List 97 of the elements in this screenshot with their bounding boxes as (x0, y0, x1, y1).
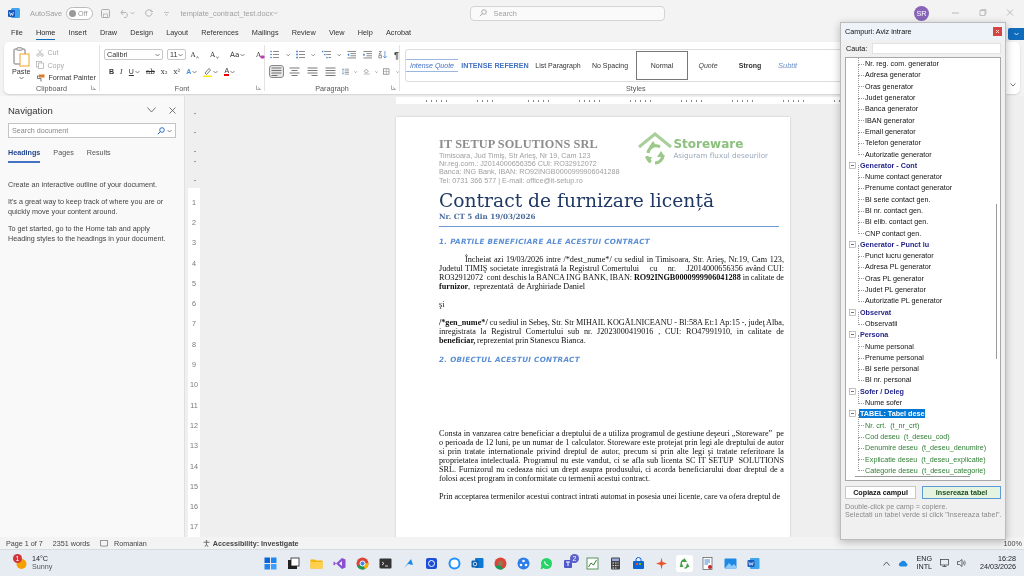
close-icon[interactable] (169, 106, 176, 114)
caret-icon[interactable] (18, 76, 24, 80)
browser-icon[interactable] (356, 556, 369, 570)
start-icon[interactable] (264, 556, 277, 570)
line-spacing-icon[interactable] (342, 67, 350, 76)
caret-icon[interactable] (167, 128, 172, 133)
terminal-icon[interactable] (379, 556, 392, 570)
document-title: Contract de furnizare licență (439, 189, 716, 212)
caret-icon[interactable] (285, 52, 290, 57)
app-icon[interactable] (517, 556, 530, 570)
caret-icon[interactable] (311, 52, 316, 57)
star-icon[interactable] (655, 556, 668, 570)
paragraph: Consta in vanzarea catre beneficiar a dreptului de a utiliza programul de gestiune deşeuri „Storeware” pe o perioada de 12 luni, pe un numar de 1 calculator. Storeware este protejat prin legi ale dreptului de autor si prin tratate internationale privind dreptul de autor, precum si prin alte legi şi tratate referitoare la proprietatea intelectuală. Programul nu este vandut, ci se afla sub licenta SC IT SETUP SOLUTIONS SRL. Furnizorul nu cedeaza nici un drept asupra produsului, ci acorda beneficiarului doar dreptul de a folosi acest program in conformitate cu termenii acestui contract. (439, 428, 784, 483)
arrow-down-icon (216, 56, 220, 59)
collapse-icon[interactable] (849, 331, 856, 339)
scissors-icon (36, 48, 45, 57)
undo-icon[interactable] (119, 8, 130, 18)
dropdown-button[interactable] (1008, 28, 1024, 40)
close-icon (995, 29, 1000, 34)
close-button[interactable] (993, 27, 1002, 36)
collapse-icon[interactable] (849, 161, 856, 169)
chart-icon[interactable] (586, 556, 599, 570)
shading-icon[interactable] (362, 67, 370, 76)
dialog-launcher-icon[interactable] (256, 85, 261, 90)
caret-icon[interactable] (134, 69, 140, 74)
highlight-button[interactable] (203, 66, 219, 77)
paintbrush-icon (36, 73, 46, 82)
customize-icon[interactable] (163, 10, 169, 16)
align-left-icon (271, 67, 282, 76)
dialog-launcher-icon[interactable] (91, 85, 96, 90)
scrollbar[interactable] (855, 475, 970, 477)
collapse-ribbon-icon[interactable] (1010, 83, 1016, 87)
align-right-button[interactable] (306, 66, 319, 77)
word-icon[interactable] (747, 556, 760, 570)
save-icon[interactable] (100, 8, 110, 18)
caret-icon[interactable] (213, 69, 219, 74)
accessibility-icon[interactable] (202, 539, 210, 547)
shopping-bag-icon[interactable] (632, 556, 645, 570)
paragraph: şi (439, 299, 446, 309)
caret-icon[interactable] (240, 52, 246, 57)
collapse-icon[interactable] (849, 387, 856, 395)
align-center-icon (289, 67, 300, 76)
align-center-button[interactable] (288, 66, 301, 77)
app-icon[interactable] (425, 556, 438, 570)
multilevel-list-icon[interactable] (321, 50, 332, 59)
justify-icon (325, 67, 336, 76)
paragraph: Prin acceptarea termenilor acestui contract intrati automat in posesia unei licente, care va ofera dreptul de (439, 491, 782, 501)
align-right-icon (307, 67, 318, 76)
network-icon[interactable] (940, 559, 949, 567)
collapse-icon[interactable] (849, 240, 856, 248)
caret-icon[interactable] (230, 69, 236, 74)
book-icon[interactable] (99, 539, 108, 547)
cloud-icon[interactable] (898, 559, 909, 567)
highlighter-icon (203, 66, 213, 77)
scrollbar[interactable] (995, 204, 997, 359)
chat-icon[interactable] (540, 556, 553, 570)
recycle-house-icon (637, 131, 674, 167)
decrease-indent-icon[interactable] (347, 50, 357, 59)
clipboard-icon (12, 47, 30, 67)
caret-icon[interactable] (337, 52, 342, 57)
caret-icon[interactable] (178, 52, 184, 57)
caret-icon[interactable] (155, 52, 161, 57)
paragraph: Încheiat azi 19/03/2026 intre /*dest_nume*/ cu sediul in Timisoara, Str. Arieş, Nr.19, Cam 123, Judetul TIMIŞ societate inregistrată la Registrul Comertului cu nr. J2014000656356 având CUI: RO32912072 cont deschis la BANCA ING BANK, IBAN: RO92INGB0000999906041288 in calitate de furnizor, reprezentată de Arghiriade Daniel (439, 254, 784, 291)
caret-icon[interactable] (192, 69, 198, 74)
copy-icon (36, 61, 45, 70)
sort-icon[interactable] (378, 50, 388, 59)
document-icon[interactable] (701, 556, 714, 570)
pane-title: Navigation (8, 104, 54, 116)
collapse-icon[interactable] (849, 308, 856, 316)
chevron-down-icon[interactable] (147, 107, 156, 113)
mail-icon[interactable] (471, 556, 484, 570)
search-icon (479, 9, 488, 17)
task-view-icon[interactable] (287, 556, 300, 570)
dialog-launcher-icon[interactable] (391, 85, 396, 90)
image-icon[interactable] (724, 556, 737, 570)
company-name: IT SETUP SOLUTIONS SRL (439, 137, 599, 152)
collapse-icon[interactable] (849, 410, 856, 418)
volume-icon[interactable] (957, 559, 966, 567)
show-formatting-button[interactable]: ¶ (393, 49, 399, 60)
bullets-icon[interactable] (270, 50, 280, 59)
redo-icon[interactable] (144, 8, 154, 18)
arrow-up-icon (196, 55, 200, 59)
chevron-up-icon[interactable] (883, 560, 891, 566)
align-left-button[interactable] (270, 66, 283, 77)
paragraph: /*gen_nume*/ cu sediul in Sebeş, Str. Str MIHAIL KOGĂLNICEANU - Bl:58A Et:1 Ap:15 -, judeţ Alba, inregistrata la Registrul Comertului sub nr. J2023000419016 , CUI: RO47991910, in calitate de beneficiar, reprezentat prin Stanescu Bianca. (439, 317, 784, 345)
app-icon[interactable] (333, 556, 346, 570)
borders-icon[interactable] (383, 67, 391, 76)
increase-indent-icon[interactable] (362, 50, 373, 59)
calculator-icon[interactable] (609, 556, 622, 570)
justify-button[interactable] (324, 66, 337, 77)
search-icon[interactable] (157, 126, 165, 135)
eraser-icon (260, 54, 265, 59)
search-field[interactable] (872, 42, 1001, 54)
numbering-icon[interactable] (295, 50, 306, 59)
browser-icon[interactable] (494, 556, 507, 570)
word-logo-icon (8, 7, 20, 19)
logo-name: Storeware (673, 138, 745, 151)
